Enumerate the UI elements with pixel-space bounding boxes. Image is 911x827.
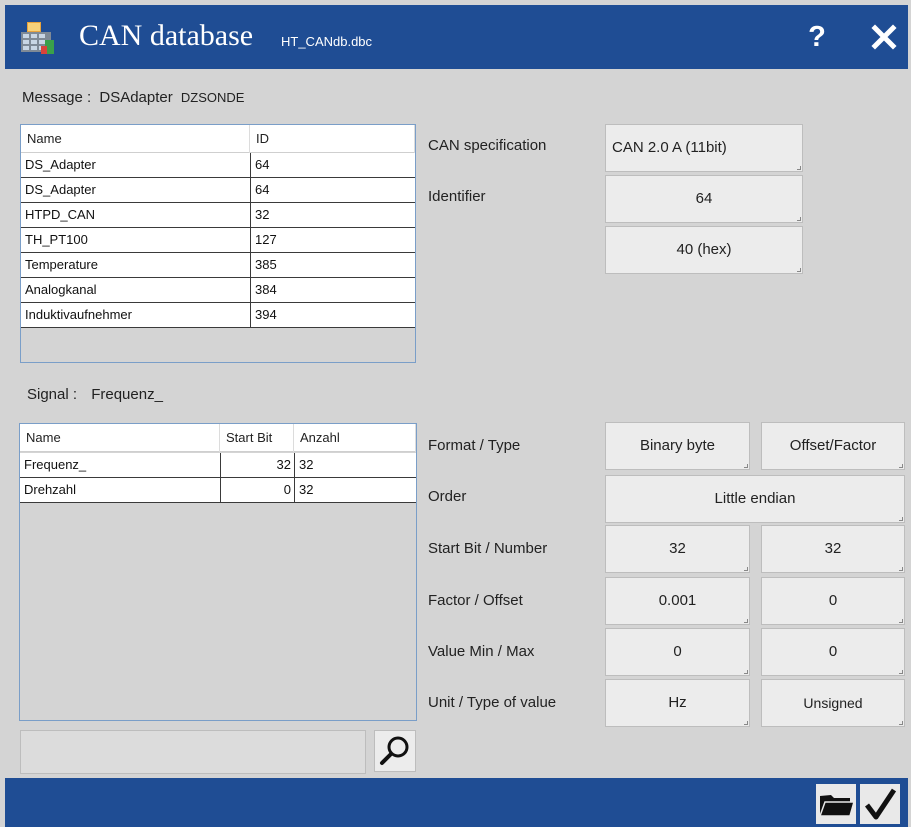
message-table-header: Name ID <box>21 125 415 153</box>
search-button[interactable] <box>374 730 416 772</box>
can-spec-label: CAN specification <box>428 137 547 154</box>
cell-id: 64 <box>250 178 415 202</box>
table-row[interactable]: DS_Adapter 64 <box>21 178 415 203</box>
value-min-max-label: Value Min / Max <box>428 643 535 660</box>
question-mark-icon[interactable]: ? <box>802 20 832 54</box>
can-spec-field[interactable]: CAN 2.0 A (11bit) <box>605 124 803 172</box>
factor-offset-label: Factor / Offset <box>428 592 523 609</box>
format-field[interactable]: Binary byte <box>605 422 750 470</box>
message-sub: DZSONDE <box>180 90 245 105</box>
table-row[interactable]: Temperature 385 <box>21 253 415 278</box>
checkmark-icon <box>865 788 897 820</box>
min-value-field[interactable]: 0 <box>605 628 750 676</box>
table-row[interactable]: Frequenz_ 32 32 <box>20 453 416 478</box>
signal-label-row: Signal : Frequenz_ <box>27 386 163 403</box>
magnifier-icon <box>380 736 409 765</box>
cell-id: 394 <box>250 303 415 327</box>
cell-anzahl: 32 <box>294 453 416 477</box>
cell-name: Induktivaufnehmer <box>25 307 132 322</box>
table-row[interactable]: DS_Adapter 64 <box>21 153 415 178</box>
signal-name: Frequenz_ <box>91 386 163 403</box>
folder-open-icon <box>818 795 855 817</box>
signal-table: Name Start Bit Anzahl Frequenz_ 32 32 Drehz… <box>19 423 417 721</box>
identifier-hex-field[interactable]: 40 (hex) <box>605 226 803 274</box>
column-header-id[interactable]: ID <box>250 125 415 153</box>
column-header-start-bit[interactable]: Start Bit <box>220 424 294 452</box>
signal-table-header: Name Start Bit Anzahl <box>20 424 416 452</box>
search-input[interactable] <box>20 730 366 774</box>
table-row[interactable]: Analogkanal 384 <box>21 278 415 303</box>
cell-name: Drehzahl <box>24 482 77 497</box>
cell-id: 32 <box>250 203 415 227</box>
can-database-window: CAN database HT_CANdb.dbc ? Message : DS… <box>0 0 911 827</box>
max-value-field[interactable]: 0 <box>761 628 905 676</box>
cell-anzahl: 32 <box>294 478 416 502</box>
cell-id: 64 <box>250 153 415 177</box>
cell-name: Analogkanal <box>25 282 97 297</box>
table-row[interactable]: TH_PT100 127 <box>21 228 415 253</box>
start-bit-field[interactable]: 32 <box>605 525 750 573</box>
unit-type-label: Unit / Type of value <box>428 694 557 711</box>
format-type-label: Format / Type <box>428 437 521 454</box>
open-file-button[interactable] <box>816 784 856 824</box>
message-name: DSAdapter <box>99 89 173 106</box>
type-field[interactable]: Offset/Factor <box>761 422 905 470</box>
cell-name: Frequenz_ <box>24 457 87 472</box>
table-row[interactable]: Induktivaufnehmer 394 <box>21 303 415 328</box>
database-table-icon <box>21 22 54 54</box>
cell-start-bit: 32 <box>220 453 294 477</box>
identifier-dec-field[interactable]: 64 <box>605 175 803 223</box>
column-header-anzahl[interactable]: Anzahl <box>294 424 416 452</box>
cell-name: HTPD_CAN <box>25 207 96 222</box>
number-field[interactable]: 32 <box>761 525 905 573</box>
order-field[interactable]: Little endian <box>605 475 905 523</box>
message-table: Name ID DS_Adapter 64 DS_Adapter 64 HTPD_CAN… <box>20 124 416 363</box>
cell-name: Temperature <box>25 257 98 272</box>
table-row[interactable]: HTPD_CAN 32 <box>21 203 415 228</box>
signal-label: Signal : <box>27 386 78 403</box>
unit-field[interactable]: Hz <box>605 679 750 727</box>
cell-id: 385 <box>250 253 415 277</box>
identifier-label: Identifier <box>428 188 486 205</box>
offset-field[interactable]: 0 <box>761 577 905 625</box>
order-label: Order <box>428 488 467 505</box>
cell-name: TH_PT100 <box>25 232 88 247</box>
cell-id: 127 <box>250 228 415 252</box>
file-name: HT_CANdb.dbc <box>281 34 373 49</box>
title-bar: CAN database HT_CANdb.dbc ? <box>5 5 908 69</box>
value-type-field[interactable]: Unsigned <box>761 679 905 727</box>
message-label: Message : <box>22 89 92 106</box>
message-label-row: Message : DSAdapter DZSONDE <box>22 89 244 106</box>
window-title: CAN database <box>79 19 254 52</box>
column-header-name[interactable]: Name <box>21 125 250 153</box>
factor-field[interactable]: 0.001 <box>605 577 750 625</box>
close-icon[interactable] <box>867 20 901 54</box>
bottom-toolbar <box>5 778 908 827</box>
table-row[interactable]: Drehzahl 0 32 <box>20 478 416 503</box>
cell-start-bit: 0 <box>220 478 294 502</box>
cell-name: DS_Adapter <box>25 157 96 172</box>
cell-name: DS_Adapter <box>25 182 96 197</box>
confirm-button[interactable] <box>860 784 900 824</box>
cell-id: 384 <box>250 278 415 302</box>
column-header-name[interactable]: Name <box>20 424 220 452</box>
start-bit-number-label: Start Bit / Number <box>428 540 548 557</box>
